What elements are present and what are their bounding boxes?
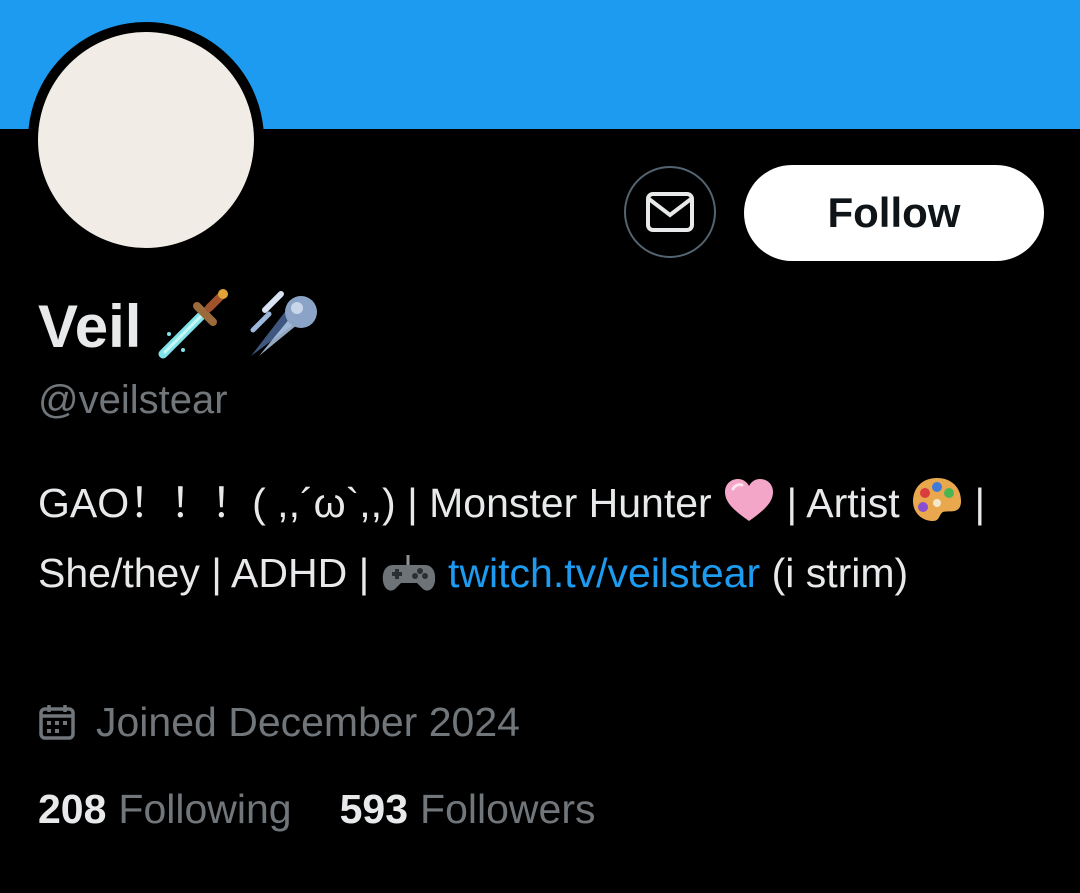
pink-heart-emoji — [723, 477, 775, 542]
following-stat[interactable]: 208 Following — [38, 786, 292, 833]
profile-bio: GAO！！！( ,,´ω`,,) | Monster Hunter | Arti… — [38, 472, 1038, 612]
sword-emoji — [155, 286, 231, 367]
envelope-icon — [646, 192, 694, 232]
bio-text-2: | Artist — [775, 480, 900, 526]
followers-stat[interactable]: 593 Followers — [340, 786, 596, 833]
profile-handle: @veilstear — [38, 378, 228, 422]
bio-text-4: (i strim) — [760, 550, 909, 596]
message-button[interactable] — [624, 166, 716, 258]
follow-button[interactable]: Follow — [744, 165, 1044, 261]
following-count: 208 — [38, 786, 107, 832]
video-game-controller-emoji — [381, 549, 437, 612]
followers-label: Followers — [420, 786, 596, 832]
calendar-icon — [39, 705, 75, 740]
joined-date: Joined December 2024 — [96, 698, 520, 745]
joined-date-row: Joined December 2024 — [38, 692, 520, 752]
artist-palette-emoji — [911, 475, 963, 542]
display-name: Veil — [38, 292, 142, 360]
follow-stats: 208 Following 593 Followers — [38, 786, 643, 833]
bio-text-1: GAO！！！( ,,´ω`,,) | Monster Hunter — [38, 480, 712, 526]
profile-avatar[interactable] — [28, 22, 264, 258]
following-label: Following — [118, 786, 292, 832]
followers-count: 593 — [339, 786, 409, 832]
display-name-row: Veil — [38, 286, 321, 366]
bio-twitch-link[interactable]: twitch.tv/veilstear — [448, 550, 760, 596]
comet-emoji — [245, 286, 321, 367]
